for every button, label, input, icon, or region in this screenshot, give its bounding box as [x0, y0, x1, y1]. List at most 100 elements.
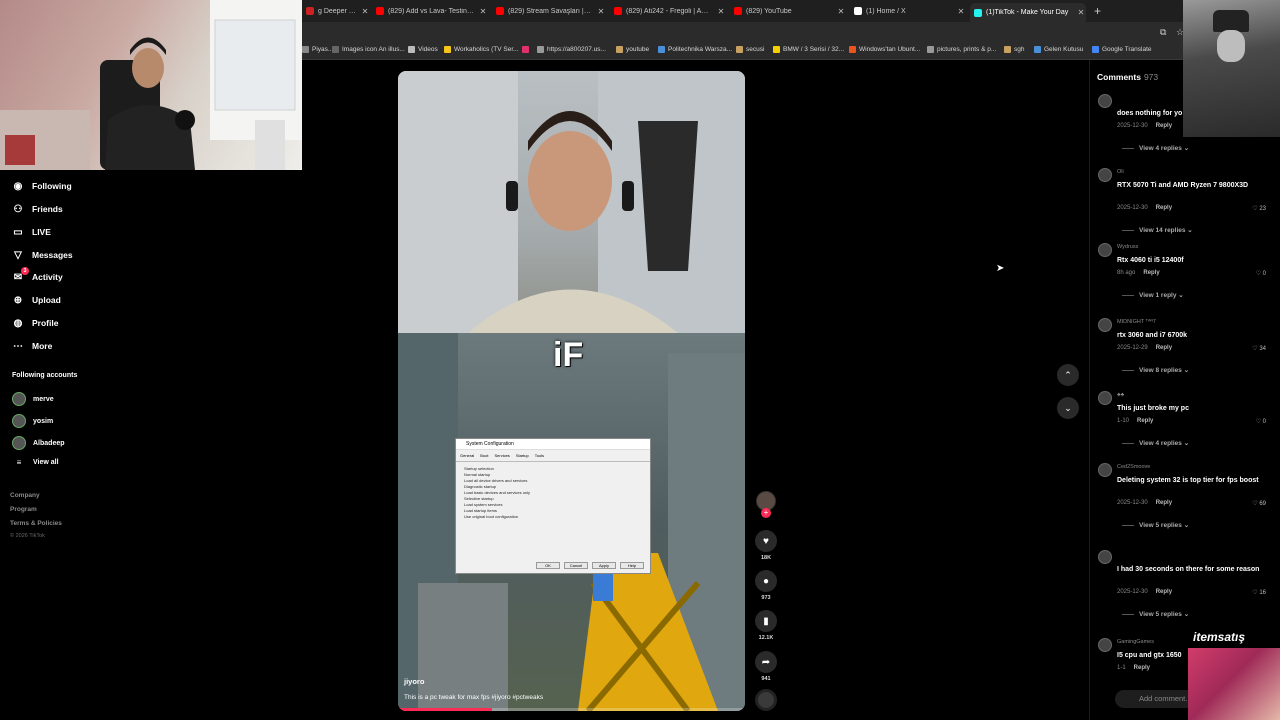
comment-meta: 8h ago Reply — [1117, 270, 1160, 276]
view-replies-button[interactable]: View 1 reply ⌄ — [1122, 291, 1184, 299]
tab-close-icon[interactable]: ✕ — [478, 7, 488, 16]
sidebar-item-live[interactable]: ▭ LIVE — [12, 226, 51, 238]
view-all-link[interactable]: ≡ View all — [12, 458, 59, 467]
view-replies-button[interactable]: View 14 replies ⌄ — [1122, 226, 1193, 234]
like-action[interactable]: ♥ 18K — [752, 530, 780, 561]
share-action[interactable]: ➦ 941 — [752, 651, 780, 682]
view-replies-button[interactable]: View 8 replies ⌄ — [1122, 366, 1189, 374]
reply-button[interactable]: Reply — [1156, 123, 1172, 129]
tab-close-icon[interactable]: ✕ — [716, 7, 726, 16]
footer-link[interactable]: Program — [10, 506, 37, 513]
bookmark-item[interactable]: Politechnika Warsza... — [658, 46, 732, 53]
save-action[interactable]: ▮ 12.1K — [752, 610, 780, 641]
comment-action[interactable]: ● 973 — [752, 570, 780, 601]
sidebar-item-activity[interactable]: ✉ 3 Activity — [12, 267, 63, 283]
view-replies-button[interactable]: View 4 replies ⌄ — [1122, 144, 1189, 152]
video-overlay-caption: iF — [553, 336, 584, 374]
browser-tab[interactable]: (829) YouTube ✕ — [730, 3, 846, 19]
footer-link[interactable]: Company — [10, 492, 40, 499]
comment-like[interactable]: ♡ 34 — [1252, 345, 1266, 352]
reply-button[interactable]: Reply — [1156, 345, 1172, 351]
tab-close-icon[interactable]: ✕ — [836, 7, 846, 16]
sidebar-item-friends[interactable]: ⚇ Friends — [12, 203, 63, 215]
sidebar-item-upload[interactable]: ⊕ Upload — [12, 294, 61, 306]
avatar[interactable] — [1098, 94, 1112, 108]
browser-tab[interactable]: (1) Home / X ✕ — [850, 3, 966, 19]
avatar[interactable] — [1098, 168, 1112, 182]
following-account[interactable]: merve — [12, 392, 54, 406]
view-replies-button[interactable]: View 5 replies ⌄ — [1122, 610, 1189, 618]
reply-button[interactable]: Reply — [1137, 418, 1153, 424]
video-username[interactable]: jiyoro — [404, 677, 424, 686]
comment-username[interactable]: ♣♣ — [1117, 392, 1124, 398]
cast-icon[interactable]: ⧉ — [1160, 27, 1166, 38]
browser-tab[interactable]: (829) Add vs Lava- Testing Liqu ✕ — [372, 3, 488, 19]
comment-meta: 2025-12-30 Reply — [1117, 123, 1172, 129]
avatar[interactable] — [1098, 550, 1112, 564]
tab-close-icon[interactable]: ✕ — [956, 7, 966, 16]
sidebar-item-messages[interactable]: ▽ Messages — [12, 249, 73, 261]
bookmark-item[interactable]: https://a800207.us... — [537, 46, 606, 53]
bookmark-item[interactable]: pictures, prints & p... — [927, 46, 996, 53]
next-video-button[interactable]: ⌄ — [1057, 397, 1079, 419]
sidebar-item-more[interactable]: ⋯ More — [12, 340, 52, 352]
reply-button[interactable]: Reply — [1156, 205, 1172, 211]
bookmark-item[interactable]: Windows'tan Ubunt... — [849, 46, 920, 53]
avatar[interactable] — [1098, 391, 1112, 405]
reply-button[interactable]: Reply — [1143, 270, 1159, 276]
browser-tab[interactable]: (829) Ati242 - Fregoli | AK Exclu ✕ — [610, 3, 726, 19]
tab-close-icon[interactable]: ✕ — [360, 7, 370, 16]
comment-like[interactable]: ♡ 69 — [1252, 500, 1266, 507]
reply-button[interactable]: Reply — [1156, 589, 1172, 595]
sidebar-item-label: Upload — [32, 295, 61, 305]
avatar[interactable] — [1098, 463, 1112, 477]
sidebar-item-following[interactable]: ◉ Following — [12, 180, 72, 192]
bookmark-item[interactable]: Gelen Kutusu — [1034, 46, 1083, 53]
reply-button[interactable]: Reply — [1156, 500, 1172, 506]
comment-like[interactable]: ♡ 23 — [1252, 205, 1266, 212]
footer-link[interactable]: Terms & Policies — [10, 520, 62, 527]
bookmark-item[interactable]: Workaholics (TV Ser... — [444, 46, 519, 53]
bookmark-item[interactable]: sgh — [1004, 46, 1024, 53]
music-disc-icon[interactable] — [755, 689, 777, 711]
comment-username[interactable]: Oli — [1117, 169, 1124, 175]
video-progress-bar[interactable] — [398, 708, 745, 711]
tab-title: (829) Add vs Lava- Testing Liqu — [388, 7, 474, 15]
new-tab-button[interactable]: + — [1094, 4, 1101, 18]
bookmark-label: secusi — [746, 46, 765, 53]
view-replies-button[interactable]: View 5 replies ⌄ — [1122, 521, 1189, 529]
browser-tab[interactable]: (1)TikTok - Make Your Day ✕ — [970, 3, 1086, 22]
bookmark-item[interactable]: Google Translate — [1092, 46, 1152, 53]
tab-close-icon[interactable]: ✕ — [596, 7, 606, 16]
comment-username[interactable]: Wydruss — [1117, 244, 1138, 250]
comment-like[interactable]: ♡ 0 — [1256, 270, 1266, 277]
comment-username[interactable]: MIDNIGHT ᵀᴬᴺ7 — [1117, 319, 1156, 325]
following-account[interactable]: yosim — [12, 414, 53, 428]
comment-like[interactable]: ♡ 16 — [1252, 589, 1266, 596]
comment-like[interactable]: ♡ 0 — [1256, 418, 1266, 425]
view-replies-button[interactable]: View 4 replies ⌄ — [1122, 439, 1189, 447]
bookmark-item[interactable]: youtube — [616, 46, 649, 53]
avatar[interactable] — [1098, 243, 1112, 257]
bookmark-item[interactable] — [522, 46, 532, 53]
following-account[interactable]: Albadeep — [12, 436, 65, 450]
avatar[interactable] — [1098, 318, 1112, 332]
comment-username[interactable]: GamingGames — [1117, 639, 1154, 645]
follow-plus-icon[interactable]: + — [761, 508, 771, 518]
bookmark-item[interactable]: BMW / 3 Serisi / 32... — [773, 46, 844, 53]
bookmark-item[interactable]: Videos — [408, 46, 438, 53]
sidebar-item-profile[interactable]: ◍ Profile — [12, 317, 59, 329]
tab-close-icon[interactable]: ✕ — [1076, 8, 1086, 17]
video-player[interactable]: iF System Configuration General Boot Servi… — [398, 71, 745, 711]
browser-tab[interactable]: (829) Stream Savaşları | Ebo x L ✕ — [492, 3, 606, 19]
bookmark-item[interactable]: Piyas... — [302, 46, 333, 53]
browser-tab[interactable]: g Deeper into the An ✕ — [302, 3, 370, 19]
previous-video-button[interactable]: ⌃ — [1057, 364, 1079, 386]
bookmark-label: youtube — [626, 46, 650, 53]
bookmark-item[interactable]: secusi — [736, 46, 764, 53]
comment-username[interactable]: Ced2Smoove — [1117, 464, 1150, 470]
avatar[interactable] — [1098, 638, 1112, 652]
reply-button[interactable]: Reply — [1134, 665, 1150, 671]
bookmark-label: Windows'tan Ubunt... — [859, 46, 921, 53]
bookmark-item[interactable]: Images icon An illus... — [332, 46, 405, 53]
